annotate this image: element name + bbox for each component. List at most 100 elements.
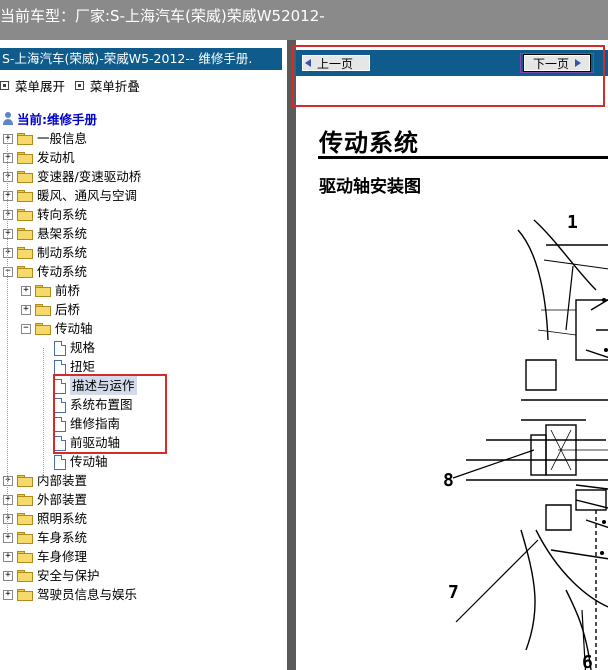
folder-icon bbox=[17, 589, 33, 601]
window-title: 当前车型：厂家:S-上海汽车(荣威)荣威W52012- bbox=[0, 7, 325, 25]
expand-toggle-icon[interactable]: + bbox=[21, 286, 31, 296]
expand-menu-label: 菜单展开 bbox=[15, 79, 66, 94]
tree-folder-item[interactable]: + 照明系统 bbox=[0, 509, 287, 528]
tree-folder-item[interactable]: + 制动系统 bbox=[0, 243, 287, 262]
collapse-menu-label: 菜单折叠 bbox=[89, 79, 140, 94]
folder-icon bbox=[17, 133, 33, 145]
highlight-box-subitems bbox=[53, 374, 167, 454]
document-icon bbox=[54, 455, 66, 470]
splitter[interactable] bbox=[287, 40, 296, 670]
tree-root[interactable]: 当前:维修手册 bbox=[0, 110, 287, 129]
tree-item-label: 一般信息 bbox=[37, 131, 88, 146]
folder-icon bbox=[17, 266, 33, 278]
tree-folder-item[interactable]: + 驾驶员信息与娱乐 bbox=[0, 585, 287, 604]
expand-toggle-icon[interactable]: + bbox=[3, 533, 13, 543]
folder-icon bbox=[17, 171, 33, 183]
tree-connector bbox=[7, 139, 8, 538]
sidebar: S-上海汽车(荣威)-荣威W5-2012-- 维修手册. 菜单展开 菜单折叠 当… bbox=[0, 40, 287, 670]
tree-item-label: 外部装置 bbox=[37, 492, 88, 507]
expand-icon bbox=[0, 81, 9, 90]
tree-folder-item[interactable]: − 传动轴 bbox=[0, 319, 287, 338]
tree-item-label: 车身系统 bbox=[37, 530, 88, 545]
tree-item-label: 传动轴 bbox=[55, 321, 93, 336]
folder-icon bbox=[35, 323, 51, 335]
tree-folder-item[interactable]: + 暖风、通风与空调 bbox=[0, 186, 287, 205]
folder-icon bbox=[17, 190, 33, 202]
tree-connector bbox=[43, 348, 44, 481]
manual-tree: 当前:维修手册 + 一般信息 + 发动机 + 变速器/变速驱动桥 + 暖风、通风与空调 + 转向系… bbox=[0, 110, 287, 604]
expand-toggle-icon[interactable]: + bbox=[3, 552, 13, 562]
expand-toggle-icon[interactable]: + bbox=[3, 229, 13, 239]
manual-title: S-上海汽车(荣威)-荣威W5-2012-- 维修手册. bbox=[2, 51, 253, 66]
tree-item-label: 车身修理 bbox=[37, 549, 88, 564]
folder-icon bbox=[35, 285, 51, 297]
tree-folder-item[interactable]: + 前桥 bbox=[0, 281, 287, 300]
folder-icon bbox=[17, 551, 33, 563]
expand-toggle-icon[interactable]: + bbox=[3, 153, 13, 163]
tree-item-label: 转向系统 bbox=[37, 207, 88, 222]
tree-folder-item[interactable]: + 一般信息 bbox=[0, 129, 287, 148]
collapse-menu-button[interactable]: 菜单折叠 bbox=[74, 76, 140, 95]
folder-icon bbox=[17, 570, 33, 582]
expand-toggle-icon[interactable]: + bbox=[3, 210, 13, 220]
folder-icon bbox=[17, 152, 33, 164]
content-panel: 上一页 下一页 传动系统 驱动轴安装图 1 8 7 6 bbox=[296, 40, 608, 670]
collapse-toggle-icon[interactable]: − bbox=[21, 324, 31, 334]
tree-item-label: 传动轴 bbox=[70, 454, 108, 469]
folder-icon bbox=[35, 304, 51, 316]
expand-menu-button[interactable]: 菜单展开 bbox=[0, 76, 65, 95]
folder-icon bbox=[17, 513, 33, 525]
tree-item-label: 悬架系统 bbox=[37, 226, 88, 241]
folder-icon bbox=[17, 494, 33, 506]
tree-root-label: 当前:维修手册 bbox=[17, 112, 97, 127]
folder-icon bbox=[17, 209, 33, 221]
callout-7: 7 bbox=[448, 582, 459, 603]
collapse-toggle-icon[interactable]: − bbox=[3, 267, 13, 277]
expand-toggle-icon[interactable]: + bbox=[3, 134, 13, 144]
expand-toggle-icon[interactable]: + bbox=[3, 514, 13, 524]
user-icon bbox=[2, 112, 14, 126]
folder-icon bbox=[17, 532, 33, 544]
tree-folder-item[interactable]: + 安全与保护 bbox=[0, 566, 287, 585]
tree-folder-item[interactable]: + 发动机 bbox=[0, 148, 287, 167]
expand-toggle-icon[interactable]: + bbox=[3, 476, 13, 486]
title-rule bbox=[318, 156, 608, 159]
tree-folder-item[interactable]: + 悬架系统 bbox=[0, 224, 287, 243]
tree-folder-item[interactable]: + 外部装置 bbox=[0, 490, 287, 509]
tree-item-label: 照明系统 bbox=[37, 511, 88, 526]
tree-folder-item[interactable]: + 转向系统 bbox=[0, 205, 287, 224]
callout-6: 6 bbox=[582, 652, 593, 670]
expand-toggle-icon[interactable]: + bbox=[3, 191, 13, 201]
tree-item-label: 变速器/变速驱动桥 bbox=[37, 169, 142, 184]
folder-icon bbox=[17, 475, 33, 487]
tree-folder-item[interactable]: − 传动系统 bbox=[0, 262, 287, 281]
tree-item-label: 发动机 bbox=[37, 150, 75, 165]
tree-folder-item[interactable]: + 车身系统 bbox=[0, 528, 287, 547]
expand-toggle-icon[interactable]: + bbox=[3, 571, 13, 581]
tree-folder-item[interactable]: + 后桥 bbox=[0, 300, 287, 319]
manual-title-bar: S-上海汽车(荣威)-荣威W5-2012-- 维修手册. bbox=[0, 48, 282, 70]
tree-item-label: 内部装置 bbox=[37, 473, 88, 488]
tree-item-label: 传动系统 bbox=[37, 264, 88, 279]
tree-item-label: 暖风、通风与空调 bbox=[37, 188, 138, 203]
tree-item-label: 安全与保护 bbox=[37, 568, 100, 583]
expand-toggle-icon[interactable]: + bbox=[3, 590, 13, 600]
document-icon bbox=[54, 341, 66, 356]
folder-icon bbox=[17, 228, 33, 240]
tree-folder-item[interactable]: + 变速器/变速驱动桥 bbox=[0, 167, 287, 186]
expand-toggle-icon[interactable]: + bbox=[3, 495, 13, 505]
page-title: 传动系统 bbox=[319, 129, 419, 157]
section-title: 驱动轴安装图 bbox=[319, 177, 421, 197]
callout-1: 1 bbox=[567, 212, 578, 233]
expand-toggle-icon[interactable]: + bbox=[3, 172, 13, 182]
title-bar: 当前车型：厂家:S-上海汽车(荣威)荣威W52012- bbox=[0, 0, 608, 40]
expand-toggle-icon[interactable]: + bbox=[21, 305, 31, 315]
tree-item-label: 后桥 bbox=[55, 302, 81, 317]
tree-item-label: 制动系统 bbox=[37, 245, 88, 260]
tree-item-label: 前桥 bbox=[55, 283, 81, 298]
highlight-box-nav bbox=[292, 45, 605, 107]
tree-folder-item[interactable]: + 车身修理 bbox=[0, 547, 287, 566]
expand-toggle-icon[interactable]: + bbox=[3, 248, 13, 258]
tree-item-label: 规格 bbox=[70, 340, 96, 355]
menu-actions: 菜单展开 菜单折叠 bbox=[0, 76, 146, 94]
